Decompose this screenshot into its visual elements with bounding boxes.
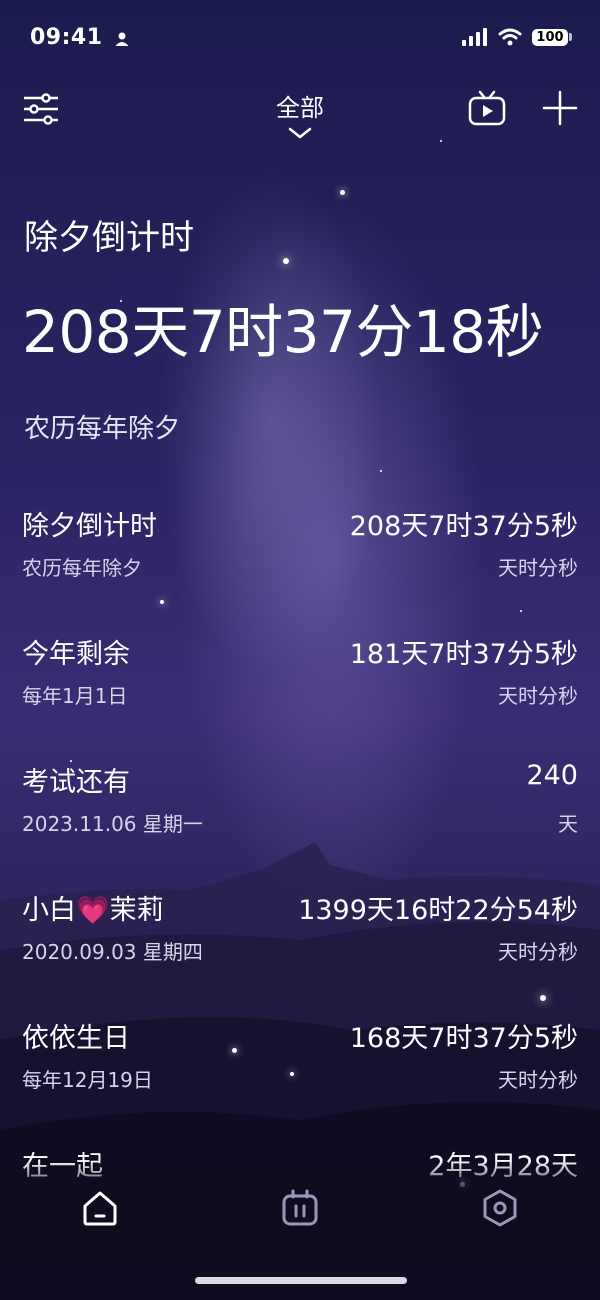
event-name: 小白💗茉莉 [22, 895, 164, 926]
top-header: 全部 [0, 84, 600, 144]
status-time: 09:41 [30, 24, 103, 50]
event-date: 每年1月1日 [22, 684, 128, 708]
event-unit: 天时分秒 [498, 1068, 578, 1092]
wifi-icon [498, 28, 522, 46]
event-date: 农历每年除夕 [22, 556, 142, 580]
person-icon [115, 32, 129, 46]
hero-title: 除夕倒计时 [24, 218, 194, 258]
event-name: 依依生日 [22, 1023, 130, 1054]
battery-indicator: 100 [532, 28, 572, 46]
event-row[interactable]: 依依生日 168天7时37分5秒 每年12月19日 天时分秒 [22, 1012, 578, 1122]
hero-subtitle: 农历每年除夕 [24, 414, 181, 444]
event-unit: 天时分秒 [498, 684, 578, 708]
event-date: 2020.09.03 星期四 [22, 940, 203, 964]
star [283, 258, 289, 264]
event-date: 2023.11.06 星期一 [22, 812, 203, 836]
event-value: 1399天16时22分54秒 [298, 895, 578, 926]
event-name: 除夕倒计时 [22, 511, 157, 542]
status-bar: 09:41 100 [30, 22, 572, 52]
event-value: 168天7时37分5秒 [349, 1023, 578, 1054]
star [340, 190, 345, 195]
event-value: 208天7时37分5秒 [349, 511, 578, 542]
planner-icon[interactable] [280, 1188, 320, 1228]
bottom-nav [0, 1160, 600, 1260]
home-icon[interactable] [80, 1188, 120, 1228]
event-unit: 天 [558, 812, 578, 836]
event-row[interactable]: 今年剩余 181天7时37分5秒 每年1月1日 天时分秒 [22, 628, 578, 738]
event-name: 今年剩余 [22, 639, 130, 670]
event-row[interactable]: 除夕倒计时 208天7时37分5秒 农历每年除夕 天时分秒 [22, 500, 578, 610]
tv-play-icon[interactable] [468, 90, 506, 126]
add-icon[interactable] [542, 90, 578, 126]
event-name: 考试还有 [22, 767, 130, 798]
chevron-down-icon[interactable] [287, 126, 313, 140]
event-date: 每年12月19日 [22, 1068, 153, 1092]
hero-countdown: 208天7时37分18秒 [22, 298, 544, 366]
battery-tip [569, 33, 572, 41]
star [540, 995, 546, 1001]
event-unit: 天时分秒 [498, 556, 578, 580]
event-row[interactable]: 小白💗茉莉 1399天16时22分54秒 2020.09.03 星期四 天时分秒 [22, 884, 578, 994]
star [380, 470, 382, 472]
star [520, 610, 522, 612]
settings-hexagon-icon[interactable] [480, 1188, 520, 1228]
event-row[interactable]: 考试还有 240 2023.11.06 星期一 天 [22, 756, 578, 866]
event-value: 181天7时37分5秒 [349, 639, 578, 670]
category-selector[interactable]: 全部 [0, 88, 600, 123]
home-indicator[interactable] [195, 1277, 407, 1284]
event-value: 240 [526, 760, 578, 791]
cellular-signal-icon [462, 28, 487, 46]
battery-level: 100 [532, 28, 568, 46]
event-unit: 天时分秒 [498, 940, 578, 964]
